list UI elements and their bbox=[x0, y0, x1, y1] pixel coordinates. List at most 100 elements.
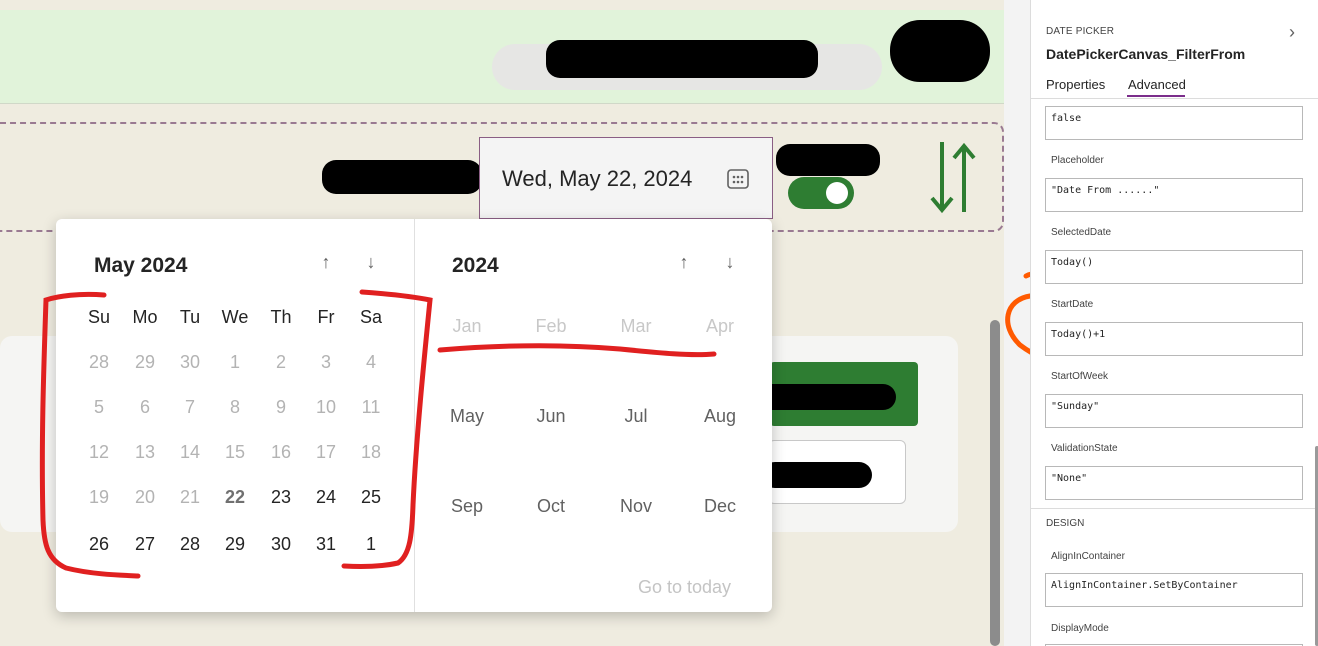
property-input-startofweek[interactable]: "Sunday" bbox=[1045, 394, 1303, 428]
calendar-day[interactable]: 22 bbox=[215, 482, 255, 512]
weekday-label: We bbox=[221, 307, 249, 327]
calendar-divider bbox=[414, 219, 415, 612]
property-label-selecteddate: SelectedDate bbox=[1051, 227, 1112, 238]
calendar-day[interactable]: 27 bbox=[125, 529, 165, 559]
next-year-arrow-icon[interactable]: ↓ bbox=[720, 251, 740, 273]
control-name: DatePickerCanvas_FilterFrom bbox=[1046, 46, 1246, 62]
calendar-day[interactable]: 29 bbox=[215, 529, 255, 559]
calendar-day: 16 bbox=[270, 442, 292, 462]
calendar-day: 2 bbox=[275, 352, 286, 372]
weekday-label: Mo bbox=[132, 307, 158, 327]
active-tab-indicator bbox=[1127, 95, 1185, 97]
calendar-month-header[interactable]: May 2024 bbox=[94, 254, 187, 278]
properties-panel: DATE PICKER DatePickerCanvas_FilterFrom … bbox=[1030, 0, 1318, 646]
calendar-day: 1 bbox=[229, 352, 240, 372]
calendar-day: 28 bbox=[88, 352, 110, 372]
canvas-scroll-track bbox=[1004, 0, 1030, 646]
redacted-toggle-label bbox=[776, 144, 880, 176]
sort-arrows-icon[interactable] bbox=[928, 140, 980, 216]
redacted-button-label-2 bbox=[762, 462, 872, 488]
calendar-day: 19 bbox=[88, 487, 110, 507]
calendar-day[interactable]: 31 bbox=[306, 529, 346, 559]
calendar-day: 18 bbox=[360, 442, 382, 462]
weekday-label: Sa bbox=[359, 307, 383, 327]
redacted-avatar bbox=[890, 20, 990, 82]
calendar-day[interactable]: 23 bbox=[261, 482, 301, 512]
calendar-day: 30 bbox=[179, 352, 201, 372]
calendar-day: 6 bbox=[139, 397, 150, 417]
property-input-placeholder[interactable]: "Date From ......" bbox=[1045, 178, 1303, 212]
calendar-day: 10 bbox=[315, 397, 337, 417]
calendar-month[interactable]: Jul bbox=[601, 401, 671, 431]
property-label-placeholder: Placeholder bbox=[1051, 155, 1104, 166]
property-label-alignincontainer: AlignInContainer bbox=[1051, 551, 1125, 562]
calendar-popup: May 2024 ↑ ↓ Su Mo Tu We Th Fr Sa 28 29 30 1 2 3 4 5 6… bbox=[56, 219, 772, 612]
property-input-selecteddate[interactable]: Today() bbox=[1045, 250, 1303, 284]
calendar-icon[interactable] bbox=[726, 167, 750, 191]
calendar-day: 20 bbox=[134, 487, 156, 507]
weekday-label: Fr bbox=[317, 307, 335, 327]
redacted-button-label bbox=[754, 384, 896, 410]
property-label-displaymode: DisplayMode bbox=[1051, 623, 1109, 634]
calendar-month: Jan bbox=[452, 316, 482, 336]
property-value-box[interactable]: false bbox=[1045, 106, 1303, 140]
weekday-label: Su bbox=[87, 307, 111, 327]
calendar-day: 11 bbox=[361, 397, 381, 417]
go-to-today-link[interactable]: Go to today bbox=[638, 577, 731, 598]
calendar-month: Feb bbox=[535, 316, 567, 336]
date-picker-value: Wed, May 22, 2024 bbox=[502, 166, 693, 191]
date-picker-field[interactable]: Wed, May 22, 2024 bbox=[479, 137, 773, 219]
collapse-panel-chevron-icon[interactable]: › bbox=[1289, 22, 1295, 43]
design-separator bbox=[1031, 508, 1318, 509]
calendar-day: 12 bbox=[88, 442, 110, 462]
property-label-startofweek: StartOfWeek bbox=[1051, 371, 1109, 382]
calendar-day: 14 bbox=[179, 442, 201, 462]
calendar-day[interactable]: 28 bbox=[170, 529, 210, 559]
calendar-day: 29 bbox=[134, 352, 156, 372]
calendar-day[interactable]: 26 bbox=[79, 529, 119, 559]
calendar-month[interactable]: Jun bbox=[516, 401, 586, 431]
previous-month-arrow-icon[interactable]: ↑ bbox=[316, 251, 336, 273]
calendar-day[interactable]: 25 bbox=[351, 482, 391, 512]
calendar-day: 15 bbox=[224, 442, 246, 462]
toggle-knob bbox=[826, 182, 848, 204]
calendar-year-header[interactable]: 2024 bbox=[452, 254, 499, 278]
control-type-label: DATE PICKER bbox=[1046, 26, 1115, 37]
calendar-day: 17 bbox=[315, 442, 337, 462]
calendar-month: Apr bbox=[705, 316, 734, 336]
weekday-label: Th bbox=[270, 307, 292, 327]
tab-advanced[interactable]: Advanced bbox=[1128, 77, 1186, 97]
calendar-day: 21 bbox=[179, 487, 201, 507]
calendar-day: 9 bbox=[275, 397, 286, 417]
weekday-label: Tu bbox=[179, 307, 201, 327]
calendar-month[interactable]: Sep bbox=[432, 491, 502, 521]
calendar-month: Mar bbox=[620, 316, 652, 336]
calendar-day: 7 bbox=[184, 397, 195, 417]
canvas-scrollbar[interactable] bbox=[990, 320, 1000, 646]
calendar-day: 3 bbox=[320, 352, 331, 372]
calendar-day: 13 bbox=[134, 442, 156, 462]
calendar-day: 8 bbox=[229, 397, 240, 417]
calendar-day[interactable]: 1 bbox=[351, 529, 391, 559]
design-section-heading: DESIGN bbox=[1046, 518, 1085, 529]
redacted-header-text bbox=[546, 40, 818, 78]
redacted-filter-label bbox=[322, 160, 482, 194]
calendar-month[interactable]: Dec bbox=[685, 491, 755, 521]
calendar-month[interactable]: May bbox=[432, 401, 502, 431]
next-month-arrow-icon[interactable]: ↓ bbox=[361, 251, 381, 273]
property-input-validationstate[interactable]: "None" bbox=[1045, 466, 1303, 500]
previous-year-arrow-icon[interactable]: ↑ bbox=[674, 251, 694, 273]
calendar-day: 4 bbox=[365, 352, 376, 372]
property-input-startdate[interactable]: Today()+1 bbox=[1045, 322, 1303, 356]
calendar-day[interactable]: 24 bbox=[306, 482, 346, 512]
calendar-day: 5 bbox=[93, 397, 104, 417]
property-label-startdate: StartDate bbox=[1051, 299, 1094, 310]
toggle-switch[interactable] bbox=[788, 177, 854, 209]
calendar-month[interactable]: Aug bbox=[685, 401, 755, 431]
calendar-month[interactable]: Oct bbox=[516, 491, 586, 521]
calendar-month[interactable]: Nov bbox=[601, 491, 671, 521]
calendar-day[interactable]: 30 bbox=[261, 529, 301, 559]
property-input-alignincontainer[interactable]: AlignInContainer.SetByContainer bbox=[1045, 573, 1303, 607]
tab-properties[interactable]: Properties bbox=[1046, 77, 1105, 97]
property-label-validationstate: ValidationState bbox=[1051, 443, 1118, 454]
